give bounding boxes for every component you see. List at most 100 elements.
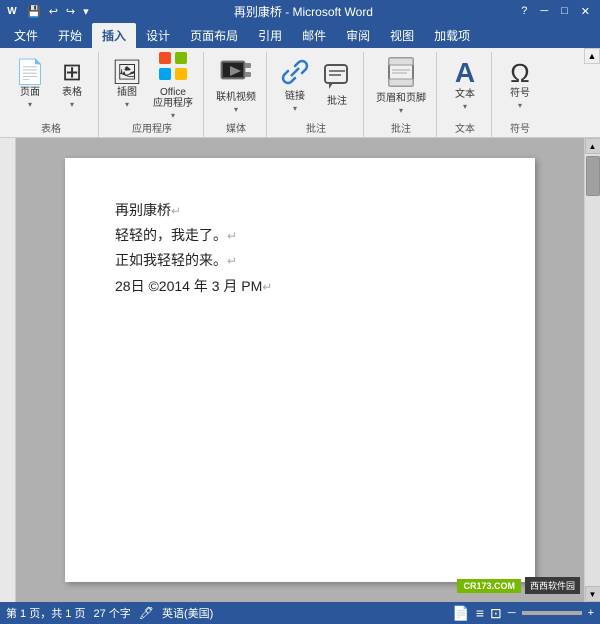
links-group-label: 批注 xyxy=(306,118,326,137)
pilcrow-1: ↵ xyxy=(171,204,181,218)
scroll-down-btn[interactable]: ▼ xyxy=(585,586,600,602)
tab-insert[interactable]: 插入 xyxy=(92,23,136,48)
minimize-btn[interactable]: ─ xyxy=(534,3,554,20)
doc-scroll-area[interactable]: 再别康桥↵ 轻轻的，我走了。↵ 正如我轻轻的来。↵ 28日 ©2014 年 3 … xyxy=(16,138,584,602)
links-group-buttons: 链接 ▾ 批注 xyxy=(275,52,357,118)
ribbon-group-links: 链接 ▾ 批注 批注 xyxy=(269,52,364,137)
text-group-buttons: A 文本 ▾ xyxy=(445,52,485,118)
symbol-btn[interactable]: Ω 符号 ▾ xyxy=(500,55,540,115)
table-btn[interactable]: ⊞ 表格 ▾ xyxy=(52,55,92,115)
zoom-out-btn[interactable]: ─ xyxy=(508,607,516,619)
view-icon-2[interactable]: ≡ xyxy=(476,605,484,621)
text-btn[interactable]: A 文本 ▾ xyxy=(445,55,485,115)
media-group-buttons: 联机视频 ▾ xyxy=(212,52,260,118)
pilcrow-3: ↵ xyxy=(227,254,237,268)
illustrations-group-label: 应用程序 xyxy=(132,118,172,137)
quick-access-toolbar: 💾 ↩ ↪ ▾ xyxy=(24,4,92,19)
link-dropdown: ▾ xyxy=(293,104,297,113)
scroll-thumb[interactable] xyxy=(586,156,600,196)
status-bar: 第 1 页，共 1 页 27 个字 🖊 英语(美国) 📄 ≡ ⊡ ─ + xyxy=(0,602,600,624)
header-group-buttons: 页眉和页脚 ▾ xyxy=(372,52,430,118)
comment-btn[interactable]: 批注 xyxy=(317,55,357,115)
tab-home[interactable]: 开始 xyxy=(48,23,92,48)
header-group-label: 批注 xyxy=(391,118,411,137)
customize-quick-btn[interactable]: ▾ xyxy=(80,4,92,19)
doc-text-1: 再别康桥 xyxy=(115,202,171,218)
word-app-icon: W xyxy=(4,3,20,19)
watermark-site: 西西软件园 xyxy=(525,577,580,594)
tab-mailings[interactable]: 邮件 xyxy=(292,23,336,48)
title-bar-left: W 💾 ↩ ↪ ▾ xyxy=(4,3,92,19)
online-video-dropdown: ▾ xyxy=(234,105,238,114)
ribbon-collapse-btn[interactable]: ▲ xyxy=(584,48,600,64)
link-btn[interactable]: 链接 ▾ xyxy=(275,55,315,115)
header-footer-label: 页眉和页脚 xyxy=(376,93,426,104)
tab-file[interactable]: 文件 xyxy=(4,23,48,48)
scroll-track[interactable] xyxy=(586,154,600,586)
watermark-text: CR173.COM xyxy=(457,579,521,593)
text-group-label: 文本 xyxy=(455,118,475,137)
doc-line-3: 正如我轻轻的来。↵ xyxy=(115,248,485,273)
tab-review[interactable]: 审阅 xyxy=(336,23,380,48)
undo-quick-btn[interactable]: ↩ xyxy=(46,4,61,19)
ribbon-toolbar: 📄 页面 ▾ ⊞ 表格 ▾ 表格 🖼 插图 ▾ xyxy=(0,48,600,138)
close-btn[interactable]: ✕ xyxy=(575,3,596,20)
zoom-in-btn[interactable]: + xyxy=(588,607,594,619)
table-dropdown-arrow: ▾ xyxy=(70,100,74,109)
comment-icon xyxy=(323,63,351,94)
ribbon-group-illustrations: 🖼 插图 ▾ Office应用程序 ▾ 应用程序 xyxy=(101,52,204,137)
help-btn[interactable]: ? xyxy=(515,3,533,20)
symbols-group-label: 符号 xyxy=(510,118,530,137)
header-footer-icon xyxy=(387,56,415,91)
save-quick-btn[interactable]: 💾 xyxy=(24,4,44,19)
title-bar: W 💾 ↩ ↪ ▾ 再别康桥 - Microsoft Word ? ─ □ ✕ xyxy=(0,0,600,22)
text-label: 文本 xyxy=(455,89,475,100)
word-count: 27 个字 xyxy=(93,605,130,621)
tab-pagelayout[interactable]: 页面布局 xyxy=(180,23,248,48)
ribbon-group-text: A 文本 ▾ 文本 xyxy=(439,52,492,137)
symbol-dropdown: ▾ xyxy=(518,101,522,110)
office-icon xyxy=(157,50,189,85)
text-dropdown: ▾ xyxy=(463,102,467,111)
ribbon-tabs: 文件 开始 插入 设计 页面布局 引用 邮件 审阅 视图 加载项 xyxy=(0,22,600,48)
page-label: 页面 xyxy=(20,87,40,98)
comment-label: 批注 xyxy=(327,96,347,107)
link-icon xyxy=(281,58,309,89)
document-page[interactable]: 再别康桥↵ 轻轻的，我走了。↵ 正如我轻轻的来。↵ 28日 ©2014 年 3 … xyxy=(65,158,535,582)
illustration-icon: 🖼 xyxy=(112,61,142,85)
doc-text-3: 正如我轻轻的来。 xyxy=(115,252,227,268)
doc-text-4: 28日 ©2014 年 3 月 PM xyxy=(115,278,262,294)
table-label: 表格 xyxy=(62,87,82,98)
tab-view[interactable]: 视图 xyxy=(380,23,424,48)
watermark: CR173.COM 西西软件园 xyxy=(457,577,580,594)
office-apps-btn[interactable]: Office应用程序 ▾ xyxy=(149,55,197,115)
doc-line-1: 再别康桥↵ xyxy=(115,198,485,223)
tab-addins[interactable]: 加载项 xyxy=(424,23,480,48)
table-icon: ⊞ xyxy=(62,61,82,85)
zoom-slider[interactable] xyxy=(522,611,582,615)
ribbon-group-media: 联机视频 ▾ 媒体 xyxy=(206,52,267,137)
symbols-group-buttons: Ω 符号 ▾ xyxy=(500,52,540,118)
maximize-btn[interactable]: □ xyxy=(555,3,574,20)
online-video-label: 联机视频 xyxy=(216,92,256,103)
page-btn[interactable]: 📄 页面 ▾ xyxy=(10,55,50,115)
page-icon: 📄 xyxy=(15,61,45,85)
tab-references[interactable]: 引用 xyxy=(248,23,292,48)
view-icon-1[interactable]: 📄 xyxy=(452,605,469,622)
status-bar-right: 📄 ≡ ⊡ ─ + xyxy=(452,605,594,622)
ruler-left xyxy=(0,138,16,602)
office-apps-label: Office应用程序 xyxy=(153,87,193,109)
scroll-up-btn[interactable]: ▲ xyxy=(585,138,600,154)
header-footer-btn[interactable]: 页眉和页脚 ▾ xyxy=(372,55,430,115)
ribbon-group-table: 📄 页面 ▾ ⊞ 表格 ▾ 表格 xyxy=(4,52,99,137)
media-group-label: 媒体 xyxy=(226,118,246,137)
text-icon: A xyxy=(455,59,475,87)
illustration-label: 插图 xyxy=(117,87,137,98)
redo-quick-btn[interactable]: ↪ xyxy=(63,4,78,19)
tab-design[interactable]: 设计 xyxy=(136,23,180,48)
illustration-btn[interactable]: 🖼 插图 ▾ xyxy=(107,55,147,115)
title-bar-title: 再别康桥 - Microsoft Word xyxy=(92,3,516,20)
document-container: 再别康桥↵ 轻轻的，我走了。↵ 正如我轻轻的来。↵ 28日 ©2014 年 3 … xyxy=(0,138,600,602)
view-icon-3[interactable]: ⊡ xyxy=(490,605,502,622)
online-video-btn[interactable]: 联机视频 ▾ xyxy=(212,55,260,115)
